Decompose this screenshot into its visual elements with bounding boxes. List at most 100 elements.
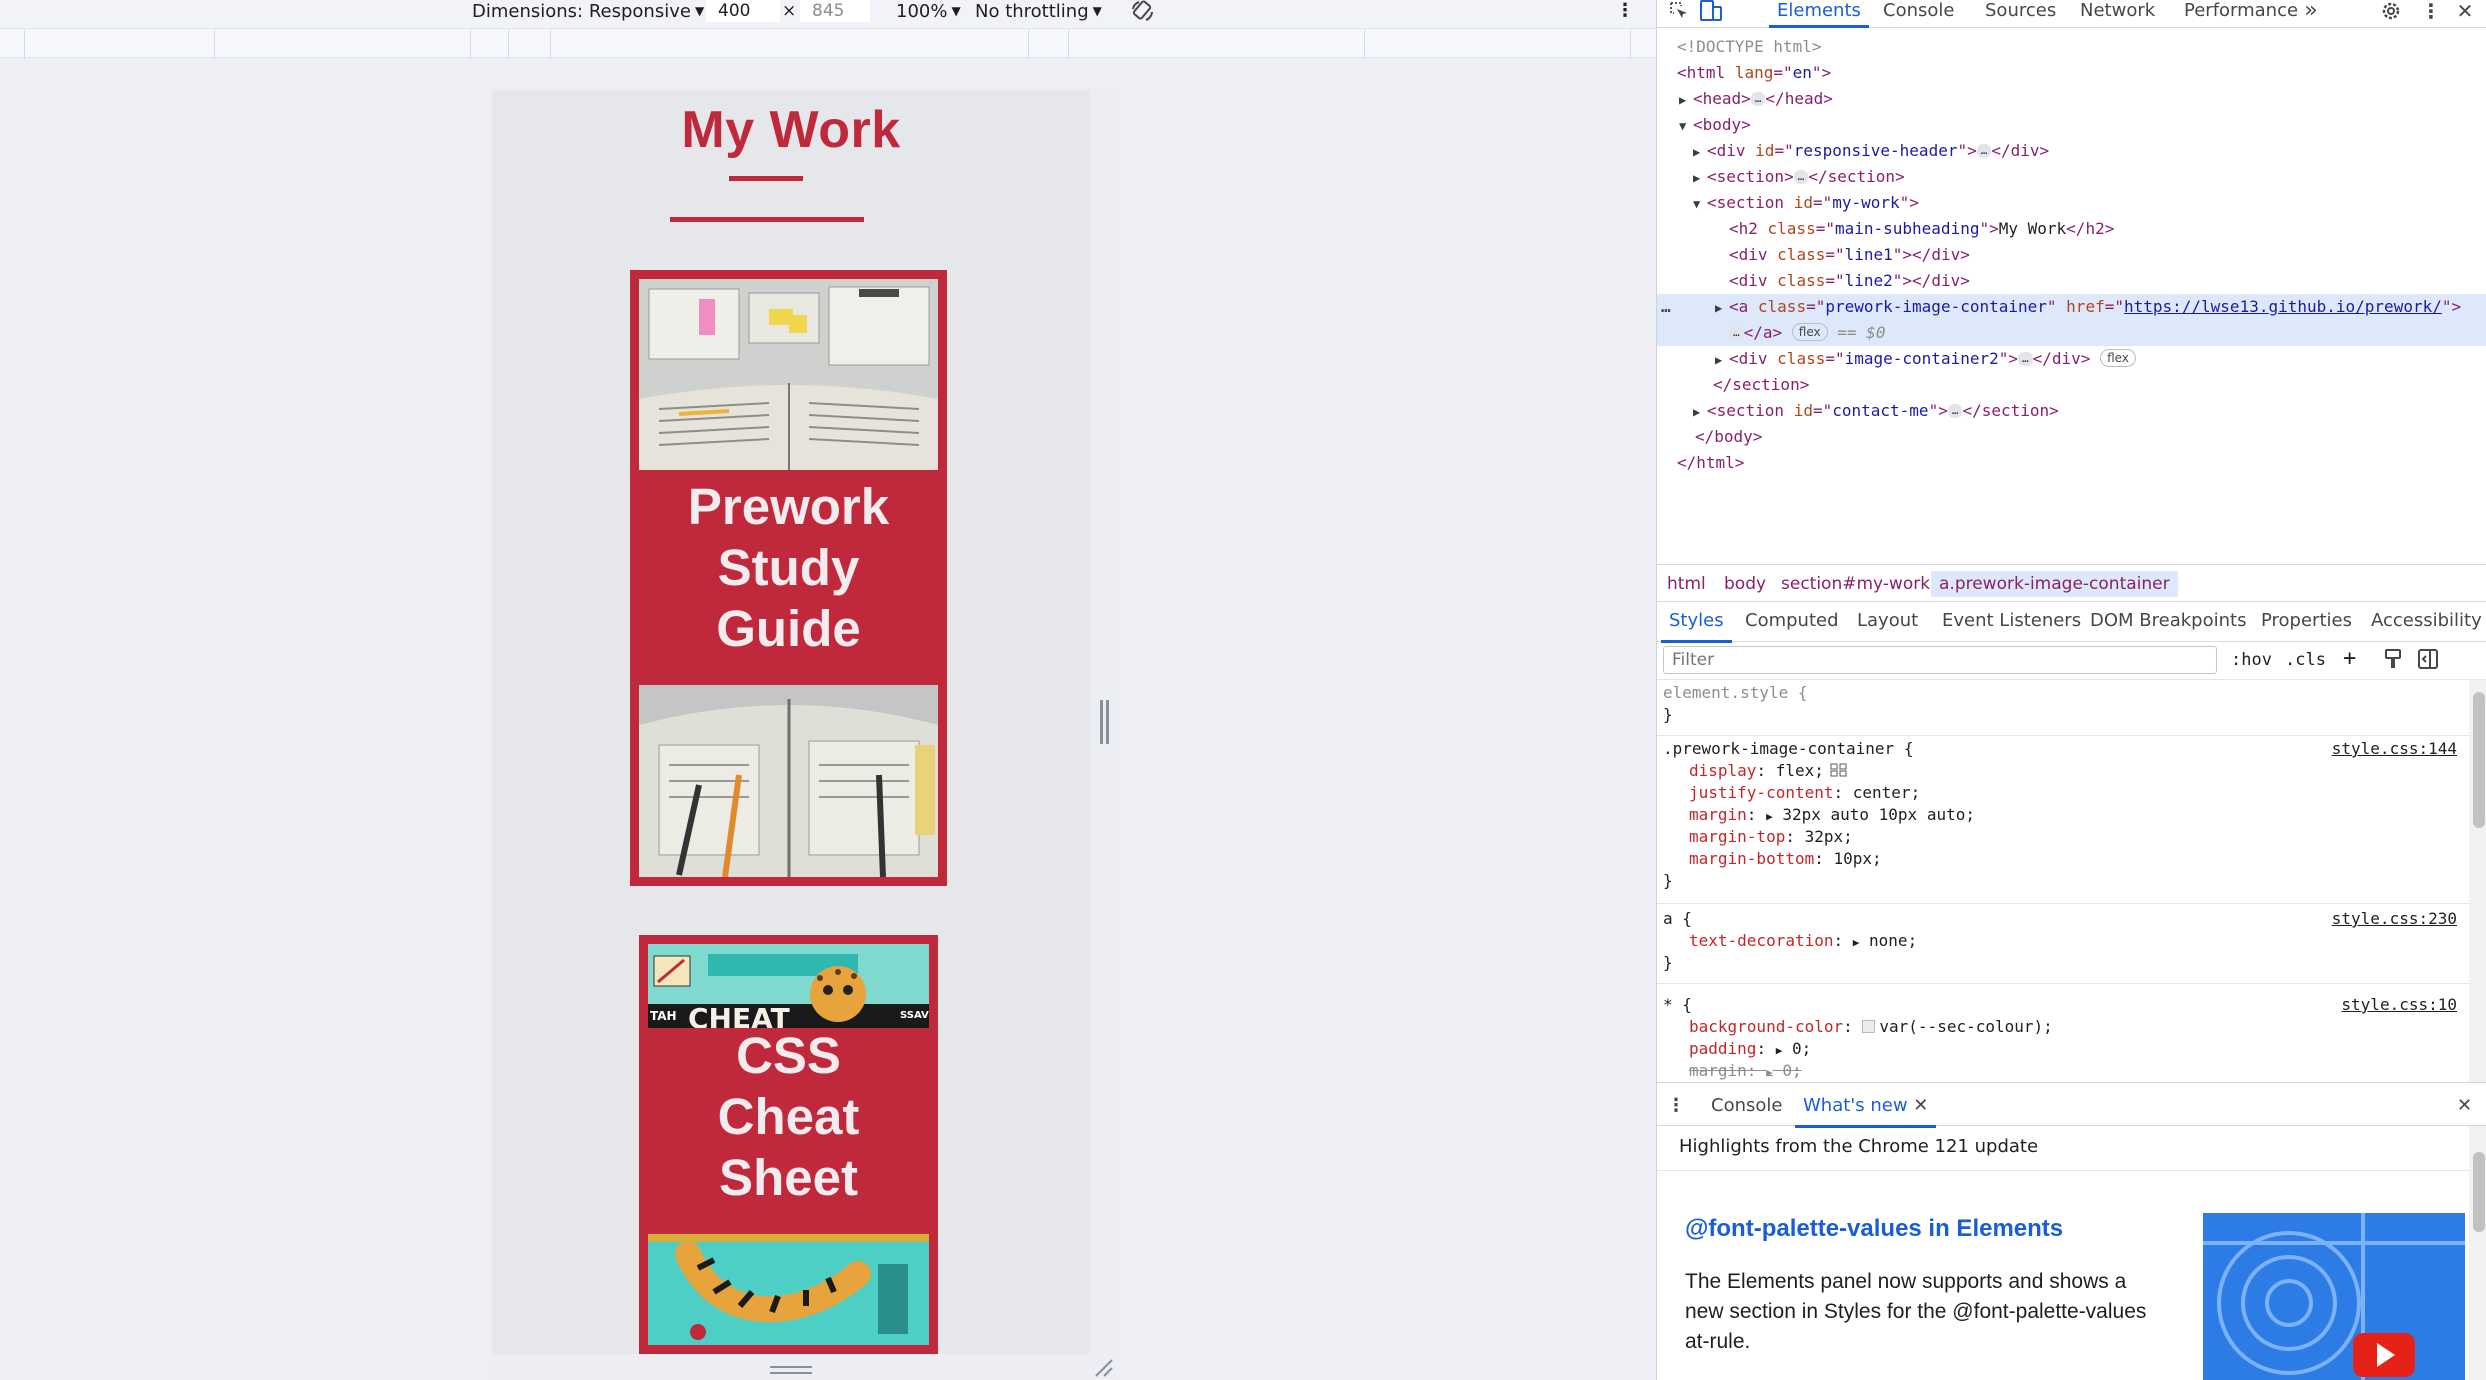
- breadcrumb-body[interactable]: body: [1724, 571, 1766, 597]
- toggle-sidebar-icon[interactable]: [2417, 648, 2439, 675]
- width-input[interactable]: 400: [706, 0, 780, 22]
- expand-arrow-icon[interactable]: ▶: [1693, 399, 1707, 425]
- feature-title-link[interactable]: @font-palette-values in Elements: [1685, 1215, 2063, 1243]
- zoom-dropdown[interactable]: 100% ▼: [896, 0, 961, 22]
- href-link[interactable]: https://lwse13.github.io/prework/: [2124, 297, 2442, 316]
- tree-row-h2[interactable]: <h2 class="main-subheading">My Work</h2>: [1657, 216, 2486, 242]
- declaration[interactable]: margin-top: 32px;: [1689, 826, 1853, 848]
- paint-brush-icon[interactable]: [2383, 648, 2403, 675]
- rule-source-link[interactable]: style.css:10: [2341, 994, 2457, 1016]
- height-input[interactable]: 845: [800, 0, 870, 22]
- drawer-menu-icon[interactable]: ⋮: [1667, 1095, 1685, 1116]
- expand-arrow-icon[interactable]: ▶: [1679, 87, 1693, 113]
- add-style-rule-icon[interactable]: +: [2343, 646, 2356, 671]
- viewport-corner-resize-handle[interactable]: [1092, 1356, 1114, 1378]
- declaration[interactable]: margin-bottom: 10px;: [1689, 848, 1882, 870]
- ellipsis-icon[interactable]: …: [1729, 326, 1744, 340]
- close-drawer-icon[interactable]: ✕: [2457, 1095, 2472, 1116]
- dimensions-dropdown[interactable]: Dimensions: Responsive ▼: [472, 0, 704, 22]
- subtab-event-listeners[interactable]: Event Listeners: [1942, 610, 2081, 631]
- rule-selector[interactable]: * {: [1663, 994, 1692, 1016]
- hov-button[interactable]: :hov: [2231, 650, 2272, 670]
- tree-row-html[interactable]: <html lang="en">: [1657, 60, 2486, 86]
- subtab-styles[interactable]: Styles: [1661, 610, 1732, 643]
- rule-source-link[interactable]: style.css:144: [2332, 738, 2457, 760]
- settings-gear-icon[interactable]: [2379, 0, 2403, 22]
- declaration[interactable]: justify-content: center;: [1689, 782, 1920, 804]
- row-actions-icon[interactable]: …: [1661, 294, 1671, 320]
- tree-row-anchor-selected[interactable]: … ▶ <a class="prework-image-container" hr…: [1657, 294, 2486, 346]
- rule-selector[interactable]: a {: [1663, 908, 1692, 930]
- close-icon[interactable]: ✕: [2453, 0, 2477, 22]
- rule-selector[interactable]: element.style {: [1663, 682, 1808, 704]
- collapse-arrow-icon[interactable]: ▼: [1693, 191, 1707, 217]
- breadcrumb-section[interactable]: section#my-work: [1781, 571, 1930, 597]
- styles-scrollbar[interactable]: [2469, 680, 2486, 1082]
- more-vertical-icon[interactable]: ⋮: [2419, 0, 2443, 22]
- tree-row-section-close[interactable]: </section>: [1657, 372, 2486, 398]
- expand-arrow-icon[interactable]: ▶: [1693, 139, 1707, 165]
- viewport-bottom-resize-handle[interactable]: [770, 1366, 812, 1376]
- flex-badge[interactable]: flex: [2100, 349, 2136, 367]
- drawer-tab-whats-new[interactable]: What's new ✕: [1794, 1095, 1937, 1128]
- collapse-arrow-icon[interactable]: ▼: [1679, 113, 1693, 139]
- subtab-properties[interactable]: Properties: [2261, 610, 2352, 631]
- tab-sources[interactable]: Sources: [1985, 0, 2056, 28]
- ellipsis-icon[interactable]: …: [2018, 352, 2033, 366]
- prework-card-link[interactable]: Prework Study Guide: [630, 270, 947, 886]
- rule-source-link[interactable]: style.css:230: [2332, 908, 2457, 930]
- tree-row-header-div[interactable]: ▶ <div id="responsive-header">… </div>: [1657, 138, 2486, 164]
- cls-button[interactable]: .cls: [2285, 650, 2326, 670]
- tree-row-head[interactable]: ▶ <head>… </head>: [1657, 86, 2486, 112]
- rotate-icon[interactable]: [1130, 0, 1156, 22]
- declaration[interactable]: padding: ▶ 0;: [1689, 1038, 1811, 1062]
- declaration[interactable]: display: flex;: [1689, 760, 1848, 782]
- tree-row-line1[interactable]: <div class="line1"></div>: [1657, 242, 2486, 268]
- ellipsis-icon[interactable]: …: [1947, 404, 1963, 418]
- more-tabs-icon[interactable]: »: [2299, 0, 2323, 22]
- declaration[interactable]: margin: ▶ 32px auto 10px auto;: [1689, 804, 1975, 828]
- drawer-scrollbar[interactable]: [2469, 1126, 2486, 1380]
- expand-arrow-icon[interactable]: ▶: [1766, 810, 1773, 823]
- expand-arrow-icon[interactable]: ▶: [1776, 1044, 1783, 1057]
- tree-row-section-my-work[interactable]: ▼ <section id="my-work">: [1657, 190, 2486, 216]
- tab-elements[interactable]: Elements: [1769, 0, 1869, 28]
- tree-row-body-close[interactable]: </body>: [1657, 424, 2486, 450]
- tab-performance[interactable]: Performance: [2184, 0, 2298, 28]
- expand-arrow-icon[interactable]: ▶: [1715, 295, 1729, 321]
- viewport-resize-handle[interactable]: [1100, 700, 1110, 744]
- flexbox-editor-icon[interactable]: [1830, 762, 1848, 778]
- drawer-tab-console[interactable]: Console: [1711, 1095, 1782, 1116]
- close-tab-icon[interactable]: ✕: [1913, 1095, 1928, 1116]
- throttling-dropdown[interactable]: No throttling ▼: [975, 0, 1102, 22]
- subtab-accessibility[interactable]: Accessibility: [2371, 610, 2482, 631]
- subtab-dom-breakpoints[interactable]: DOM Breakpoints: [2090, 610, 2246, 631]
- tree-row-contact-me[interactable]: ▶ <section id="contact-me">… </section>: [1657, 398, 2486, 424]
- css-cheat-sheet-card-link[interactable]: TAH CHEAT SSAV CSS Cheat Sheet: [639, 935, 938, 1354]
- tree-row-body[interactable]: ▼ <body>: [1657, 112, 2486, 138]
- video-thumbnail[interactable]: [2203, 1213, 2465, 1380]
- expand-arrow-icon[interactable]: ▶: [1853, 936, 1860, 949]
- ellipsis-icon[interactable]: …: [1793, 170, 1809, 184]
- breadcrumb-html[interactable]: html: [1667, 571, 1706, 597]
- inspect-element-icon[interactable]: [1667, 0, 1691, 22]
- scrollbar-thumb[interactable]: [2473, 692, 2485, 828]
- device-toggle-icon[interactable]: [1699, 0, 1723, 22]
- expand-arrow-icon[interactable]: ▶: [1693, 165, 1707, 191]
- tree-row-html-close[interactable]: </html>: [1657, 450, 2486, 476]
- breadcrumb-anchor[interactable]: a.prework-image-container: [1931, 571, 2178, 597]
- expand-arrow-icon[interactable]: ▶: [1766, 1066, 1773, 1079]
- tree-row-image-container2[interactable]: ▶ <div class="image-container2">… </div> f…: [1657, 346, 2486, 372]
- ellipsis-icon[interactable]: …: [1976, 144, 1992, 158]
- expand-arrow-icon[interactable]: ▶: [1715, 347, 1729, 373]
- declaration-overridden[interactable]: margin: ▶ 0;: [1689, 1060, 1802, 1082]
- tree-row-doctype[interactable]: <!DOCTYPE html>: [1657, 34, 2486, 60]
- tab-console[interactable]: Console: [1883, 0, 1954, 28]
- flex-badge[interactable]: flex: [1791, 323, 1828, 341]
- scrollbar-thumb[interactable]: [2473, 1152, 2485, 1232]
- tab-network[interactable]: Network: [2080, 0, 2155, 28]
- color-swatch[interactable]: [1862, 1020, 1876, 1033]
- declaration[interactable]: text-decoration: ▶ none;: [1689, 930, 1917, 954]
- rule-selector[interactable]: .prework-image-container {: [1663, 738, 1913, 760]
- tree-row-section[interactable]: ▶ <section>… </section>: [1657, 164, 2486, 190]
